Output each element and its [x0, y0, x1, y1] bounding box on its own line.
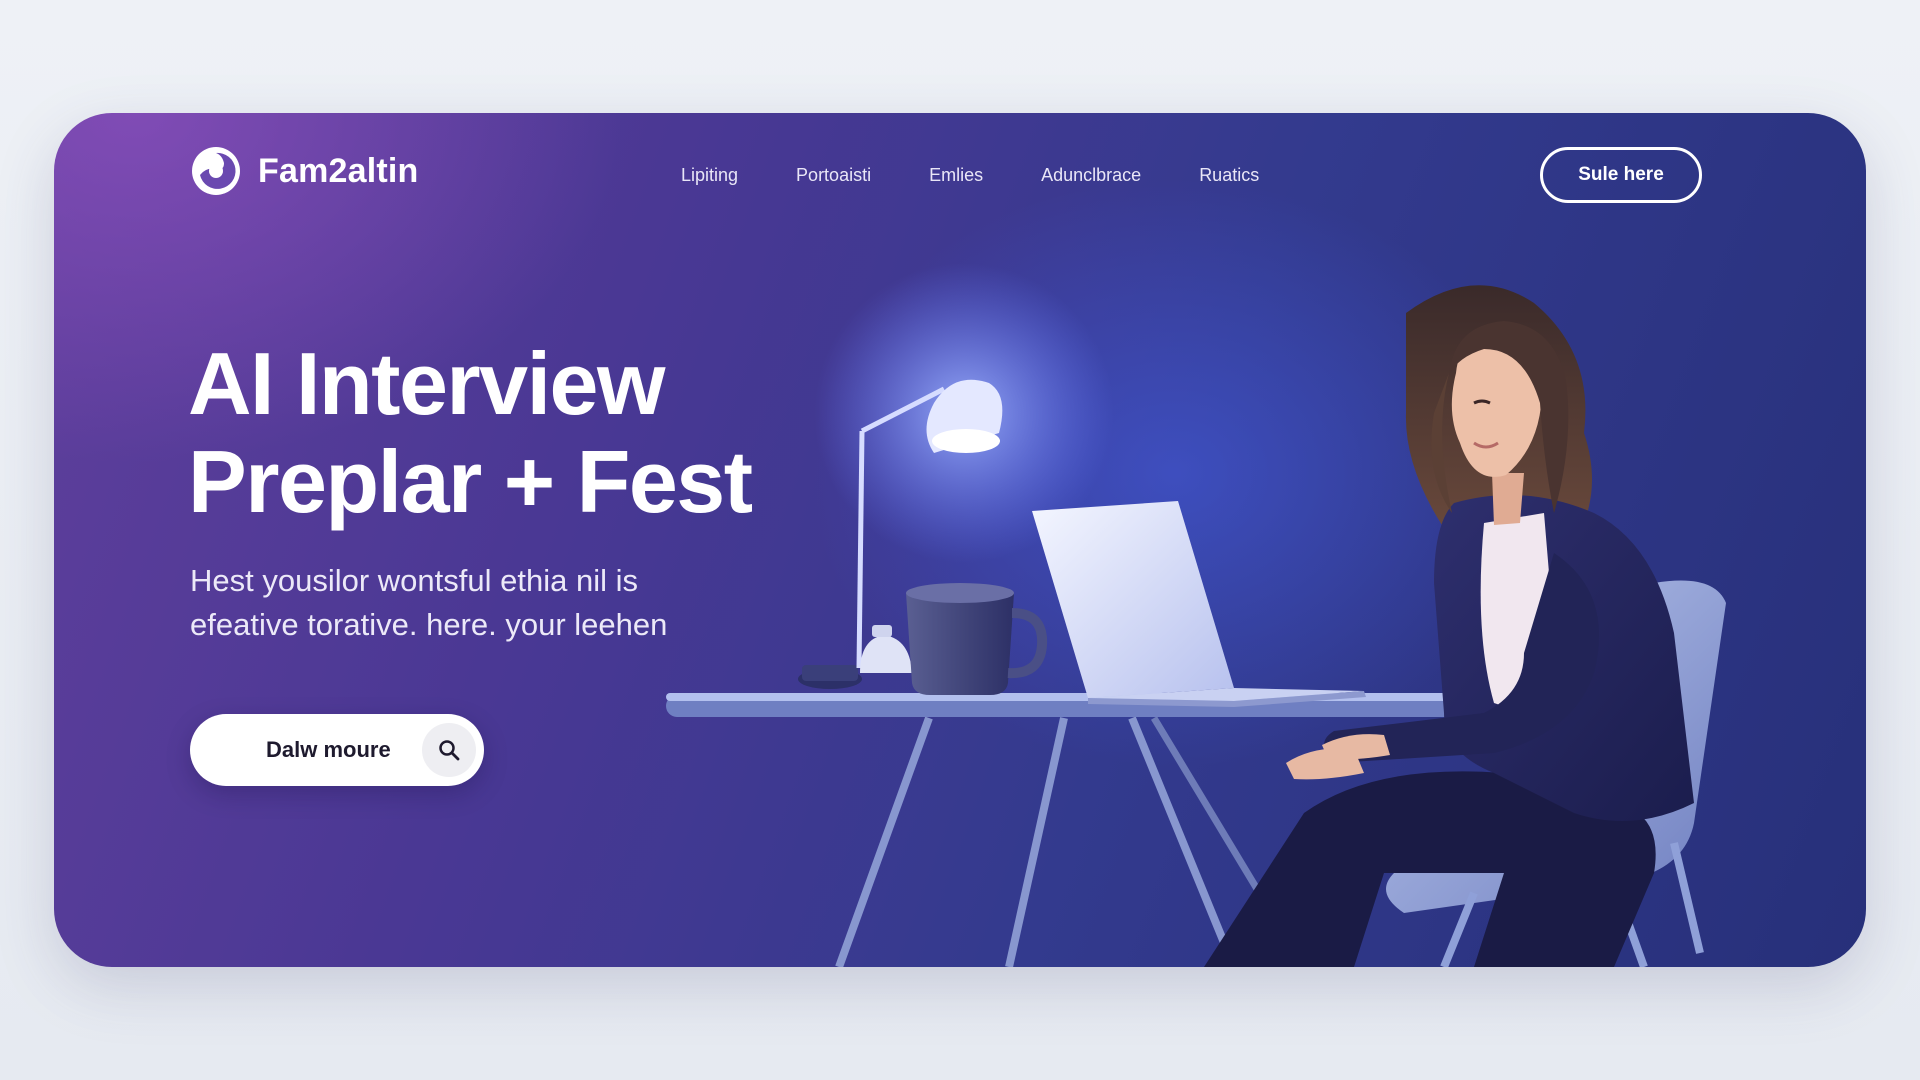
- header-cta-button[interactable]: Sule here: [1540, 147, 1702, 203]
- laptop: [1032, 501, 1366, 707]
- nav-item-portoaisti[interactable]: Portoaisti: [796, 165, 871, 186]
- nav-item-lipiting[interactable]: Lipiting: [681, 165, 738, 186]
- main-nav: Lipiting Portoaisti Emlies Adunclbrace R…: [681, 165, 1259, 186]
- coffee-mug: [906, 583, 1048, 695]
- hero-illustration: [666, 263, 1726, 967]
- hero-card: Fam2altin Lipiting Portoaisti Emlies Adu…: [54, 113, 1866, 967]
- brand-name: Fam2altin: [258, 151, 419, 190]
- woman-figure: [1204, 285, 1694, 967]
- hero-title-line2: Preplar + Fest: [188, 432, 753, 531]
- hero-title-line1: AI Interview: [188, 334, 665, 433]
- search-icon[interactable]: [422, 723, 476, 777]
- nav-item-adunclbrace[interactable]: Adunclbrace: [1041, 165, 1141, 186]
- nav-item-ruatics[interactable]: Ruatics: [1199, 165, 1259, 186]
- nav-item-emlies[interactable]: Emlies: [929, 165, 983, 186]
- hero-search-button[interactable]: Dalw moure: [190, 714, 484, 786]
- hero-title: AI Interview Preplar + Fest: [188, 335, 888, 531]
- hero-subtitle: Hest yousilor wontsful ethia nil is efea…: [190, 559, 810, 647]
- swirl-logo-icon: [192, 147, 240, 195]
- hero-search-label: Dalw moure: [266, 737, 391, 762]
- teapot: [860, 625, 912, 673]
- brand-logo[interactable]: Fam2altin: [190, 145, 419, 197]
- hero-subtitle-line1: Hest yousilor wontsful ethia nil is: [190, 563, 638, 598]
- hero-subtitle-line2: efeative torative. here. your leehen: [190, 607, 668, 642]
